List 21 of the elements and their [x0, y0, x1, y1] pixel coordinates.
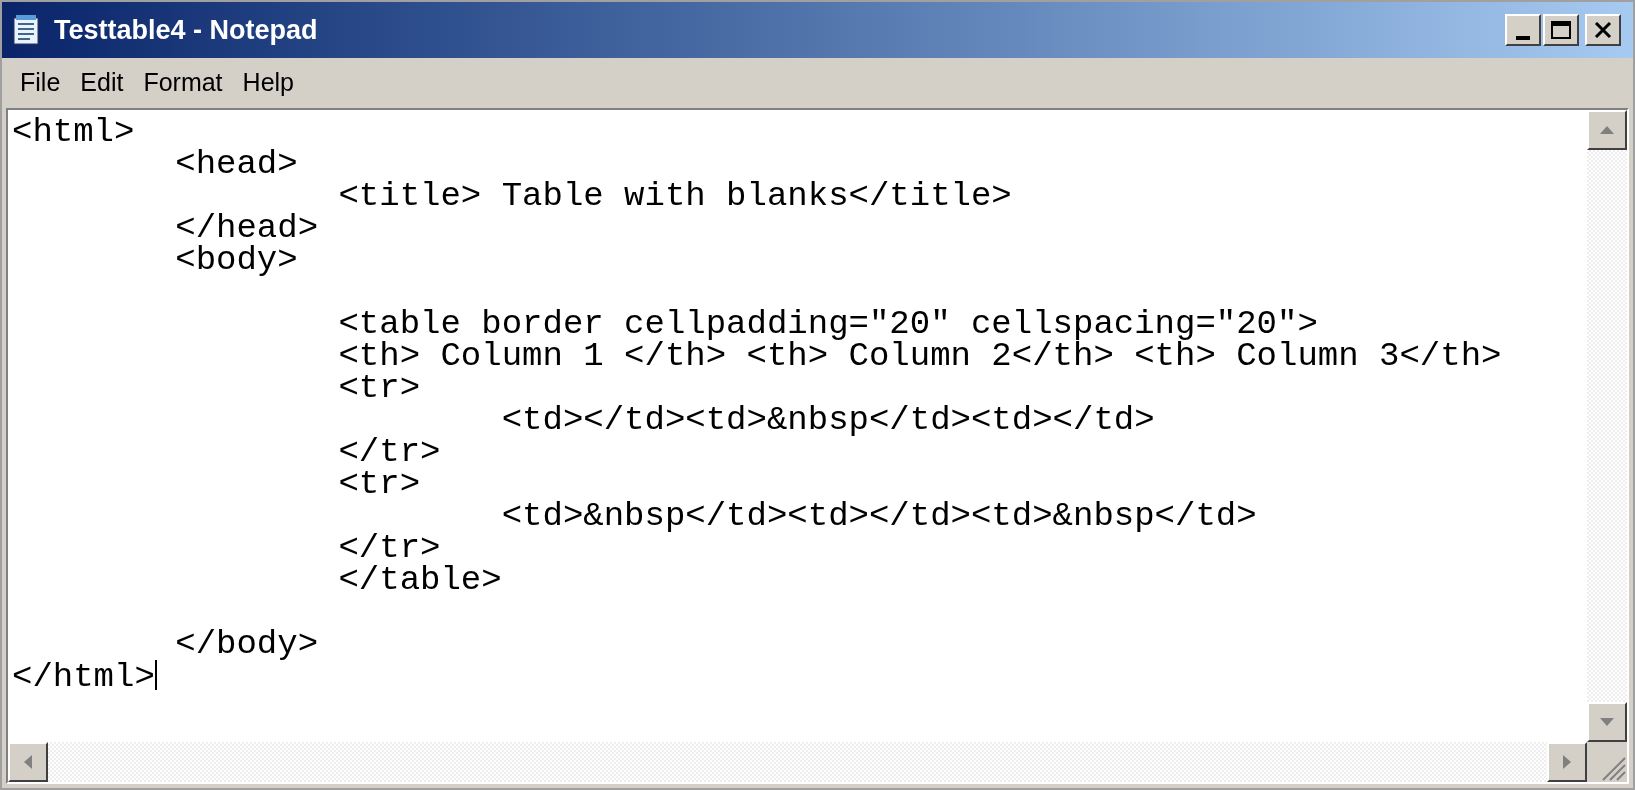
left-arrow-icon	[24, 755, 32, 769]
window-title: Testtable4 - Notepad	[54, 13, 319, 47]
horizontal-scrollbar[interactable]	[8, 742, 1587, 782]
scroll-up-button[interactable]	[1587, 110, 1627, 150]
vertical-scrollbar[interactable]	[1587, 110, 1627, 742]
up-arrow-icon	[1600, 126, 1614, 134]
close-button[interactable]	[1585, 14, 1621, 46]
menu-item[interactable]: File	[10, 64, 71, 102]
menu-item[interactable]: Format	[133, 64, 233, 102]
maximize-button[interactable]	[1543, 14, 1579, 46]
menu-item[interactable]: Help	[232, 64, 304, 102]
right-arrow-icon	[1563, 755, 1571, 769]
maximize-icon	[1551, 21, 1571, 39]
minimize-icon	[1516, 36, 1530, 40]
menu-item[interactable]: Edit	[70, 64, 134, 102]
minimize-button[interactable]	[1505, 14, 1541, 46]
scroll-right-button[interactable]	[1547, 742, 1587, 782]
close-icon	[1594, 22, 1612, 38]
down-arrow-icon	[1600, 718, 1614, 726]
scroll-left-button[interactable]	[8, 742, 48, 782]
scroll-down-button[interactable]	[1587, 702, 1627, 742]
